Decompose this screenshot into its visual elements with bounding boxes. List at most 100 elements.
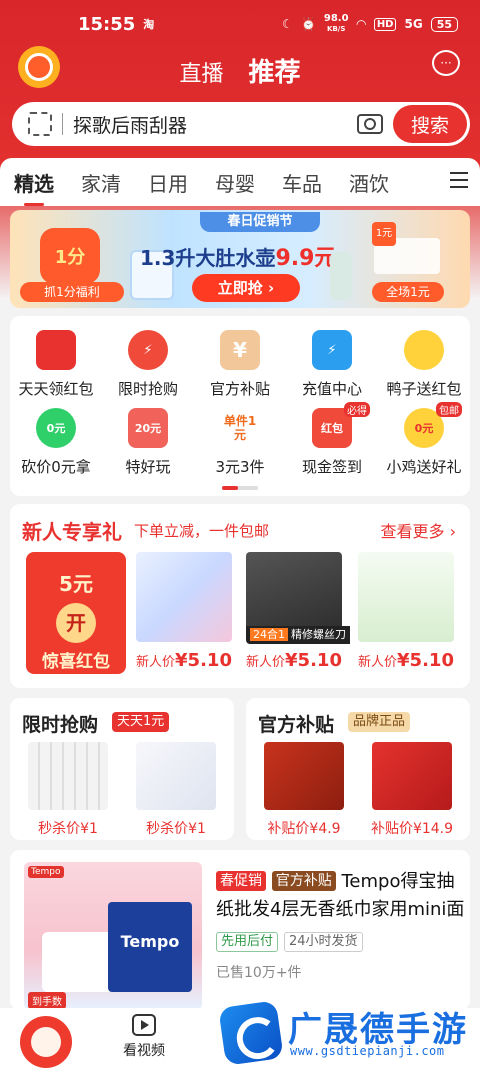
tissue-pack-image [136, 552, 232, 642]
grid-label: 砍价0元拿 [21, 458, 91, 476]
grid-item-subsidy[interactable]: ¥ 官方补贴 [194, 330, 286, 399]
menu-icon[interactable] [450, 172, 468, 193]
quick-grid-row-2: 0元 砍价0元拿 20元 特好玩 单件1元 3元3件 红包 必得 现金签到 0元… [10, 402, 470, 477]
flash-sale-title: 限时抢购 [22, 714, 99, 736]
grid-badge: 包邮 [436, 402, 462, 417]
flash-sale-badge: 天天1元 [112, 712, 170, 732]
alarm-icon: ⏰ [300, 17, 316, 31]
new-user-product[interactable]: 新人价¥5.10 [134, 552, 234, 671]
grid-item-red-envelope[interactable]: 天天领红包 [10, 330, 102, 399]
search-button[interactable]: 搜索 [393, 105, 467, 143]
category-tab-drinks[interactable]: 酒饮 [349, 168, 389, 197]
notification-app-icon: 淘 [143, 18, 155, 31]
video-tab[interactable]: 看视频 [112, 1014, 176, 1060]
battery-icon: 55 [430, 16, 458, 32]
jerky-image [264, 742, 344, 810]
camera-icon[interactable] [357, 114, 383, 134]
product-price: 新人价¥5.10 [134, 650, 234, 671]
subsidy-tag: 官方补贴 [271, 871, 336, 891]
product-title: 春促销 官方补贴 Tempo得宝抽纸批发4层无香纸巾家用mini面 [216, 868, 466, 924]
banner-right-tag: 1元 [372, 222, 396, 246]
banner-cta-button[interactable]: 立即抢 › [192, 274, 300, 302]
product-feed-card[interactable]: Tempo Tempo 到手数 春促销 官方补贴 Tempo得宝抽纸批发4层无香… [10, 850, 470, 1010]
tissue-pack-image: Tempo [108, 902, 192, 992]
banner-right-label[interactable]: 全场1元 [372, 282, 444, 302]
message-icon[interactable]: ··· [432, 50, 460, 76]
quick-grid: 天天领红包 ⚡ 限时抢购 ¥ 官方补贴 ⚡ 充值中心 鸭子送红包 0元 砍价0元… [10, 316, 470, 496]
grid-label: 官方补贴 [209, 380, 270, 398]
grid-item-flash[interactable]: ⚡ 限时抢购 [102, 330, 194, 399]
new-user-subtitle: 下单立减，一件包邮 [134, 522, 270, 540]
promo-tag: 春促销 [216, 871, 266, 891]
tv-icon [132, 1014, 156, 1036]
watermark: 广晟德手游 www.gsdtiepianji.com [212, 996, 480, 1072]
category-tab-baby[interactable]: 母婴 [215, 168, 255, 197]
grid-label: 天天领红包 [18, 380, 94, 398]
wifi-icon: ◠ [356, 17, 366, 31]
category-tab-household[interactable]: 家清 [81, 168, 121, 197]
surprise-redpack[interactable]: 5元 开 惊喜红包 [26, 552, 126, 674]
grid-badge: 必得 [344, 402, 370, 417]
red-envelope-icon [36, 330, 76, 370]
flash-sale-item[interactable]: 秒杀价¥1 [132, 742, 220, 838]
grid-item-recharge[interactable]: ⚡ 充值中心 [286, 330, 378, 399]
banner-left-label[interactable]: 抓1分福利 [20, 282, 124, 302]
price-value: ¥5.10 [175, 650, 232, 671]
banner-left-tag: 1分 [40, 228, 100, 284]
quick-grid-row-1: 天天领红包 ⚡ 限时抢购 ¥ 官方补贴 ⚡ 充值中心 鸭子送红包 [10, 330, 470, 399]
grid-label: 现金签到 [301, 458, 362, 476]
search-input[interactable]: 探歌后雨刮器 [73, 111, 357, 138]
subsidy-item[interactable]: 补贴价¥4.9 [260, 742, 348, 838]
grid-item-duck[interactable]: 鸭子送红包 [378, 330, 470, 399]
banner-headline-text: 1.3升大肚水壶 [140, 246, 276, 270]
status-bar: 15:55 淘 ☾ ⏰ 98.0 KB/S ◠ HD 5G 55 [0, 0, 480, 48]
tissue-image [42, 932, 114, 992]
yen-ticket-icon: ¥ [220, 330, 260, 370]
scan-icon[interactable] [28, 112, 52, 136]
banner-headline: 1.3升大肚水壶9.9元 [140, 240, 336, 272]
category-tab-car[interactable]: 车品 [282, 168, 322, 197]
flash-sale-item[interactable]: 秒杀价¥1 [24, 742, 112, 838]
grid-pager [222, 486, 258, 490]
product-tag-prefix: 24合1 [250, 628, 288, 641]
network-speed-unit: KB/S [327, 25, 346, 33]
product-tag: 24合1 精修螺丝刀 [246, 626, 350, 644]
new-user-section: 新人专享礼 下单立减，一件包邮 查看更多 › 5元 开 惊喜红包 新人价¥5.1… [10, 504, 470, 688]
image-brand-label: Tempo [28, 866, 64, 878]
search-bar[interactable]: 探歌后雨刮器 搜索 [12, 102, 470, 146]
price-value: ¥5.10 [397, 650, 454, 671]
new-user-product[interactable]: 新人价¥5.10 [356, 552, 456, 671]
home-tab-icon[interactable] [20, 1016, 72, 1068]
image-corner-label: 到手数 [28, 992, 66, 1009]
tab-recommend[interactable]: 推荐 [249, 58, 301, 88]
category-tab-daily[interactable]: 日用 [148, 168, 188, 197]
price-label: 新人价 [358, 655, 398, 670]
tab-live[interactable]: 直播 [179, 62, 223, 87]
price-label: 新人价 [246, 655, 286, 670]
banner-headline-price: 9.9元 [275, 246, 337, 271]
grid-item-bargain[interactable]: 0元 砍价0元拿 [10, 408, 102, 477]
coupon-20-icon: 20元 [128, 408, 168, 448]
flash-price: 秒杀价¥1 [146, 821, 206, 837]
subsidy-card[interactable]: 官方补贴 品牌正品 补贴价¥4.9 补贴价¥14.9 [246, 698, 470, 840]
subsidy-item[interactable]: 补贴价¥14.9 [368, 742, 456, 838]
grid-item-chick[interactable]: 0元 包邮 小鸡送好礼 [378, 402, 470, 477]
grid-item-fun[interactable]: 20元 特好玩 [102, 408, 194, 477]
view-more-link[interactable]: 查看更多 › [381, 518, 457, 542]
grid-label: 小鸡送好礼 [386, 458, 462, 476]
pay-later-tag: 先用后付 [216, 932, 279, 952]
new-user-product[interactable]: 24合1 精修螺丝刀 新人价¥5.10 [244, 552, 350, 671]
flash-sale-card[interactable]: 限时抢购 天天1元 秒杀价¥1 秒杀价¥1 [10, 698, 234, 840]
grid-item-3yuan[interactable]: 单件1元 3元3件 [194, 408, 286, 477]
category-tab-featured[interactable]: 精选 [14, 168, 54, 206]
subsidy-badge: 品牌正品 [348, 712, 411, 732]
app-header: 直播 推荐 ··· [0, 44, 480, 94]
grid-item-checkin[interactable]: 红包 必得 现金签到 [286, 402, 378, 477]
grid-label: 充值中心 [301, 380, 362, 398]
product-tag-text: 精修螺丝刀 [291, 628, 346, 641]
promo-banner[interactable]: 1分 抓1分福利 春日促销节 1.3升大肚水壶9.9元 立即抢 › 1元 全场1… [10, 210, 470, 308]
video-tab-label: 看视频 [123, 1043, 165, 1059]
redpack-open-button[interactable]: 开 [56, 603, 96, 643]
single-1yuan-icon: 单件1元 [220, 408, 260, 448]
grid-label: 限时抢购 [117, 380, 178, 398]
